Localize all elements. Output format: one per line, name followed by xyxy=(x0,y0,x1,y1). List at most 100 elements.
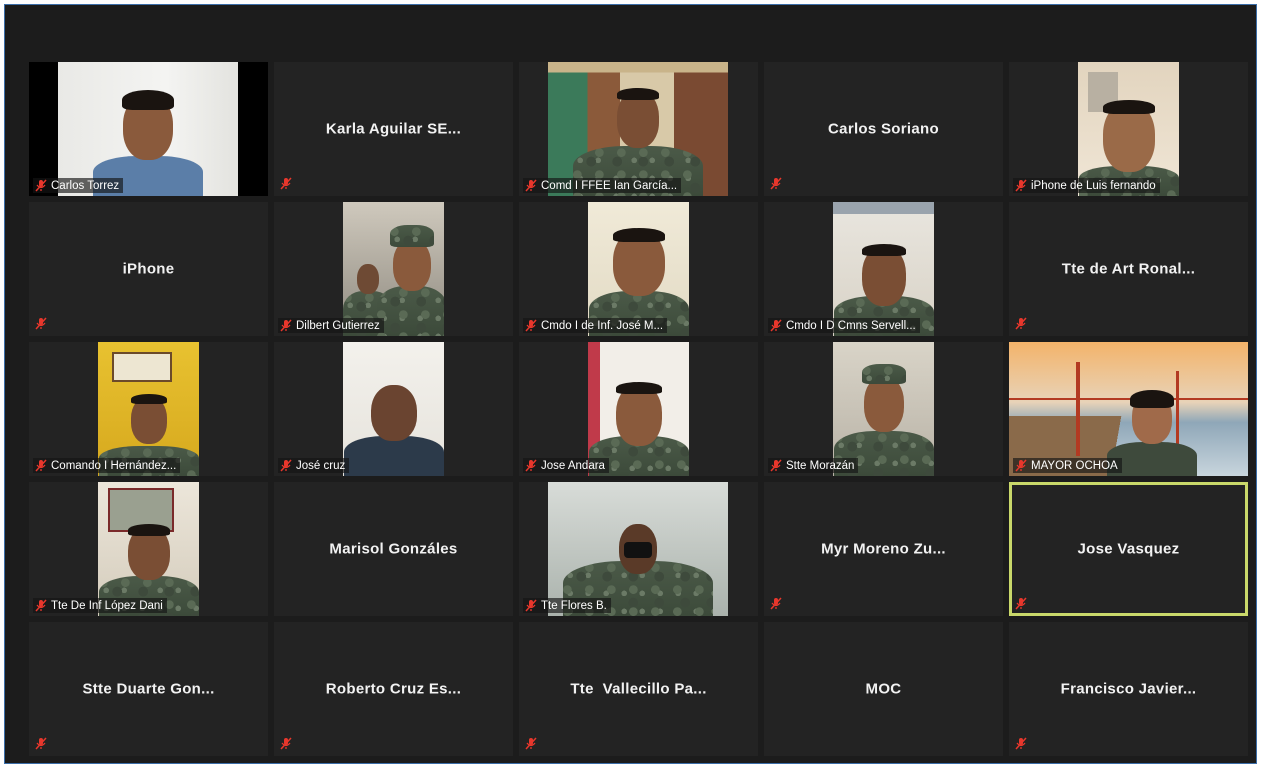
participant-label: Jose Andara xyxy=(523,458,609,473)
participant-tile[interactable]: Carlos Torrez xyxy=(29,62,268,196)
muted-microphone-icon xyxy=(770,319,782,332)
participant-label: Tte De Inf López Dani xyxy=(33,598,167,613)
participant-name-center: Carlos Soriano xyxy=(828,120,939,138)
participant-tile[interactable]: Jose Andara xyxy=(519,342,758,476)
participant-name-center: Tte Vallecillo Pa... xyxy=(570,680,707,698)
participant-tile[interactable]: MAYOR OCHOA xyxy=(1009,342,1248,476)
participant-tile[interactable]: iPhone xyxy=(29,202,268,336)
participant-tile[interactable]: Comd I FFEE Ian García... xyxy=(519,62,758,196)
participant-name-center: Jose Vasquez xyxy=(1077,540,1180,558)
participant-video xyxy=(98,482,199,616)
participant-label: MAYOR OCHOA xyxy=(1013,458,1122,473)
muted-microphone-icon xyxy=(35,737,47,750)
participant-name: Tte De Inf López Dani xyxy=(51,599,163,612)
participant-tile[interactable]: Tte Flores B. xyxy=(519,482,758,616)
participant-name: Jose Andara xyxy=(541,459,605,472)
participant-tile[interactable]: Stte Duarte Gon... xyxy=(29,622,268,756)
participant-tile[interactable]: Stte Morazán xyxy=(764,342,1003,476)
participant-name: Cmdo I de Inf. José M... xyxy=(541,319,664,332)
muted-microphone-icon xyxy=(280,737,292,750)
participant-tile[interactable]: Tte de Art Ronal... xyxy=(1009,202,1248,336)
active-speaker-tile[interactable]: Jose Vasquez xyxy=(1009,482,1248,616)
participant-tile[interactable]: Tte De Inf López Dani xyxy=(29,482,268,616)
muted-microphone-icon xyxy=(1015,317,1027,330)
participant-video xyxy=(343,342,444,476)
participant-video xyxy=(833,202,934,336)
participant-video xyxy=(1078,62,1179,196)
participant-label: Cmdo I D Cmns Servell... xyxy=(768,318,920,333)
muted-microphone-icon xyxy=(35,459,47,472)
participant-tile[interactable]: Tte Vallecillo Pa... xyxy=(519,622,758,756)
participant-tile[interactable]: Francisco Javier... xyxy=(1009,622,1248,756)
muted-microphone-icon xyxy=(35,179,47,192)
participant-video xyxy=(1009,342,1248,476)
participant-name-center: Myr Moreno Zu... xyxy=(821,540,946,558)
participant-name-center: Tte de Art Ronal... xyxy=(1061,260,1196,278)
participant-video xyxy=(98,342,199,476)
participant-name: Cmdo I D Cmns Servell... xyxy=(786,319,916,332)
participant-video xyxy=(58,62,238,196)
muted-microphone-icon xyxy=(525,599,537,612)
participant-tile[interactable]: Comando I Hernández... xyxy=(29,342,268,476)
participant-label: José cruz xyxy=(278,458,350,473)
muted-microphone-icon xyxy=(770,459,782,472)
participant-name: Comd I FFEE Ian García... xyxy=(541,179,678,192)
muted-microphone-icon xyxy=(280,319,292,332)
participant-tile[interactable]: Karla Aguilar SE... xyxy=(274,62,513,196)
participant-tile[interactable]: Cmdo I D Cmns Servell... xyxy=(764,202,1003,336)
participant-tile[interactable]: MOC xyxy=(764,622,1003,756)
participant-tile[interactable]: Carlos Soriano xyxy=(764,62,1003,196)
participant-name-center: Karla Aguilar SE... xyxy=(325,120,462,138)
muted-microphone-icon xyxy=(35,317,47,330)
participant-video xyxy=(833,342,934,476)
participant-name: Stte Morazán xyxy=(786,459,855,472)
muted-microphone-icon xyxy=(770,177,782,190)
muted-microphone-icon xyxy=(525,737,537,750)
participant-label: Comando I Hernández... xyxy=(33,458,181,473)
muted-microphone-icon xyxy=(1015,179,1027,192)
participant-name-center: Roberto Cruz Es... xyxy=(325,680,462,698)
participant-label: Carlos Torrez xyxy=(33,178,124,193)
participant-name-center: Francisco Javier... xyxy=(1060,680,1197,698)
muted-microphone-icon xyxy=(770,597,782,610)
zoom-gallery-window: Carlos Torrez Karla Aguilar SE... Comd I… xyxy=(4,4,1257,764)
participant-label: Cmdo I de Inf. José M... xyxy=(523,318,668,333)
participant-video xyxy=(588,202,689,336)
muted-microphone-icon xyxy=(280,459,292,472)
participant-tile[interactable]: Marisol Gonzáles xyxy=(274,482,513,616)
participant-label: Stte Morazán xyxy=(768,458,859,473)
muted-microphone-icon xyxy=(525,319,537,332)
participant-label: iPhone de Luis fernando xyxy=(1013,178,1160,193)
participant-tile[interactable]: iPhone de Luis fernando xyxy=(1009,62,1248,196)
muted-microphone-icon xyxy=(1015,597,1027,610)
muted-microphone-icon xyxy=(35,599,47,612)
gallery-grid: Carlos Torrez Karla Aguilar SE... Comd I… xyxy=(29,62,1248,756)
participant-name: Comando I Hernández... xyxy=(51,459,177,472)
participant-name: Dilbert Gutierrez xyxy=(296,319,380,332)
participant-video xyxy=(343,202,444,336)
participant-tile[interactable]: Cmdo I de Inf. José M... xyxy=(519,202,758,336)
participant-name: Carlos Torrez xyxy=(51,179,120,192)
participant-name-center: Stte Duarte Gon... xyxy=(82,680,215,698)
muted-microphone-icon xyxy=(280,177,292,190)
participant-name: Tte Flores B. xyxy=(541,599,607,612)
participant-tile[interactable]: Myr Moreno Zu... xyxy=(764,482,1003,616)
participant-video xyxy=(548,482,728,616)
participant-tile[interactable]: Dilbert Gutierrez xyxy=(274,202,513,336)
participant-label: Dilbert Gutierrez xyxy=(278,318,384,333)
participant-name-center: Marisol Gonzáles xyxy=(329,540,458,558)
participant-name-center: MOC xyxy=(865,680,902,698)
participant-name: José cruz xyxy=(296,459,346,472)
participant-tile[interactable]: Roberto Cruz Es... xyxy=(274,622,513,756)
muted-microphone-icon xyxy=(525,179,537,192)
muted-microphone-icon xyxy=(525,459,537,472)
participant-label: Comd I FFEE Ian García... xyxy=(523,178,682,193)
participant-name: iPhone de Luis fernando xyxy=(1031,179,1156,192)
muted-microphone-icon xyxy=(1015,737,1027,750)
participant-video xyxy=(548,62,728,196)
participant-label: Tte Flores B. xyxy=(523,598,611,613)
muted-microphone-icon xyxy=(1015,459,1027,472)
participant-video xyxy=(588,342,689,476)
participant-tile[interactable]: José cruz xyxy=(274,342,513,476)
participant-name: MAYOR OCHOA xyxy=(1031,459,1118,472)
